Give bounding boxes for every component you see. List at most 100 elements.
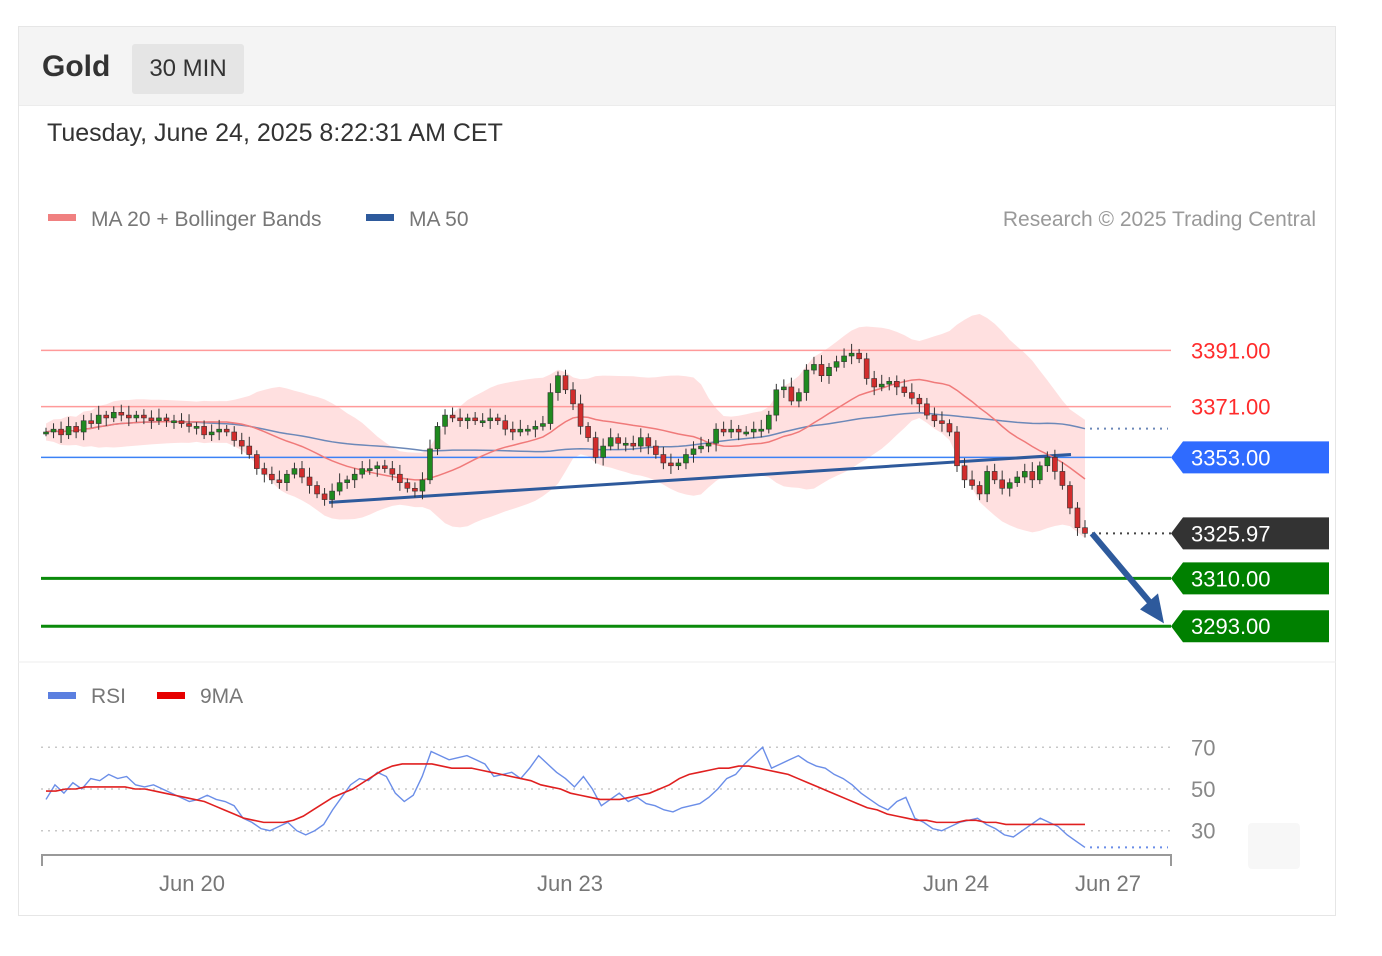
candle-body (668, 462, 674, 467)
candle-body (427, 448, 433, 481)
candle-body (148, 417, 155, 422)
candle-body (412, 487, 418, 492)
candle-body (261, 468, 268, 475)
candle-body (931, 414, 938, 422)
candle-body (570, 389, 576, 405)
candle-body (254, 454, 260, 469)
scroll-to-latest-button[interactable] (1248, 823, 1300, 869)
candle-body (110, 411, 117, 419)
candle-body (208, 431, 215, 436)
candle-body (848, 352, 855, 357)
candle-body (276, 479, 283, 483)
candle-body (991, 471, 998, 481)
candle-body (893, 381, 900, 388)
candle-body (1006, 482, 1013, 489)
candle-body (216, 428, 222, 433)
candle-body (397, 473, 403, 483)
candle-body (118, 411, 125, 416)
candle-body (999, 479, 1005, 489)
rsi-tick-label-50: 50 (1191, 777, 1215, 802)
candle-body (705, 442, 712, 447)
candle-body (126, 414, 132, 419)
candle-body (856, 352, 862, 360)
candle-body (743, 431, 749, 435)
candle-body (1052, 457, 1058, 472)
candle-body (555, 375, 561, 393)
candle-body (419, 479, 426, 492)
candle-body (404, 482, 411, 489)
time-tick-label: Jun 20 (159, 871, 225, 896)
rsi-ma-legend-label: 9MA (200, 685, 243, 708)
candle-body (607, 437, 614, 447)
price-chart: MA 20 + Bollinger Bands MA 50 Research ©… (18, 208, 1336, 896)
candle-body (321, 493, 328, 500)
time-axis-ticks: Jun 20 Jun 23 Jun 24 Jun 27 (159, 871, 1141, 896)
candle-body (547, 392, 554, 424)
candle-body (924, 403, 930, 416)
candle-body (878, 383, 885, 388)
candle-body (954, 431, 960, 467)
candle-body (141, 414, 147, 419)
candle-body (329, 490, 335, 500)
candle-body (351, 473, 358, 481)
candle-body (781, 386, 787, 391)
candle-body (946, 423, 953, 433)
candle-body (735, 428, 742, 433)
candle-body (1082, 527, 1088, 534)
candle-body (43, 431, 49, 435)
candle-body (713, 428, 719, 444)
candle-body (201, 426, 207, 436)
candle-body (818, 364, 825, 377)
candle-body (163, 417, 170, 422)
candle-body (803, 369, 810, 393)
candle-body (562, 375, 569, 391)
candle-body (1014, 476, 1021, 483)
candle-body (796, 392, 802, 402)
candle-body (186, 423, 192, 427)
candle-body (750, 428, 757, 433)
candle-body (622, 442, 629, 446)
level-label-3371.00: 3371.00 (1191, 395, 1271, 420)
price-plot: 3391.00 3371.00 3353.00 3325.97 3310.00 3293.… (41, 313, 1329, 643)
rsi-ma-line (46, 763, 1085, 826)
candle-body (909, 392, 915, 399)
bollinger-band (46, 313, 1085, 539)
candle-body (103, 414, 110, 419)
candle-body (592, 437, 599, 458)
candle-body (1029, 471, 1036, 481)
candle-body (133, 414, 140, 419)
candle-body (73, 426, 79, 433)
candle-body (80, 420, 87, 433)
candle-body (532, 426, 539, 430)
candle-body (660, 454, 667, 464)
candle-body (939, 420, 945, 424)
ma50-legend-swatch (366, 214, 394, 221)
candle-body (720, 428, 727, 433)
time-axis (41, 854, 1172, 866)
candle-body (675, 462, 682, 467)
time-tick-label: Jun 23 (537, 871, 603, 896)
candle-body (833, 361, 840, 368)
rsi-line (45, 746, 1086, 848)
candle-body (600, 445, 606, 458)
candle-body (291, 468, 298, 475)
candle-body (916, 397, 923, 405)
rsi-tick-label-70: 70 (1191, 735, 1215, 760)
level-label-3391.00: 3391.00 (1191, 338, 1271, 363)
candle-body (1037, 465, 1043, 481)
candle-body (171, 420, 177, 424)
level-label-3353.00: 3353.00 (1191, 445, 1271, 470)
candle-body (615, 437, 622, 444)
candle-body (901, 386, 908, 393)
candle-body (637, 437, 644, 447)
time-tick-label: Jun 27 (1075, 871, 1141, 896)
candle-body (382, 465, 388, 469)
candle-body (487, 417, 494, 422)
candle-body (841, 355, 847, 362)
level-label-3325.97: 3325.97 (1191, 521, 1271, 546)
candle-body (509, 428, 516, 433)
forecast-arrow-shaft (1089, 531, 1159, 612)
ma20-legend-swatch (48, 214, 76, 221)
candle-body (58, 428, 64, 436)
candle-body (269, 473, 275, 481)
